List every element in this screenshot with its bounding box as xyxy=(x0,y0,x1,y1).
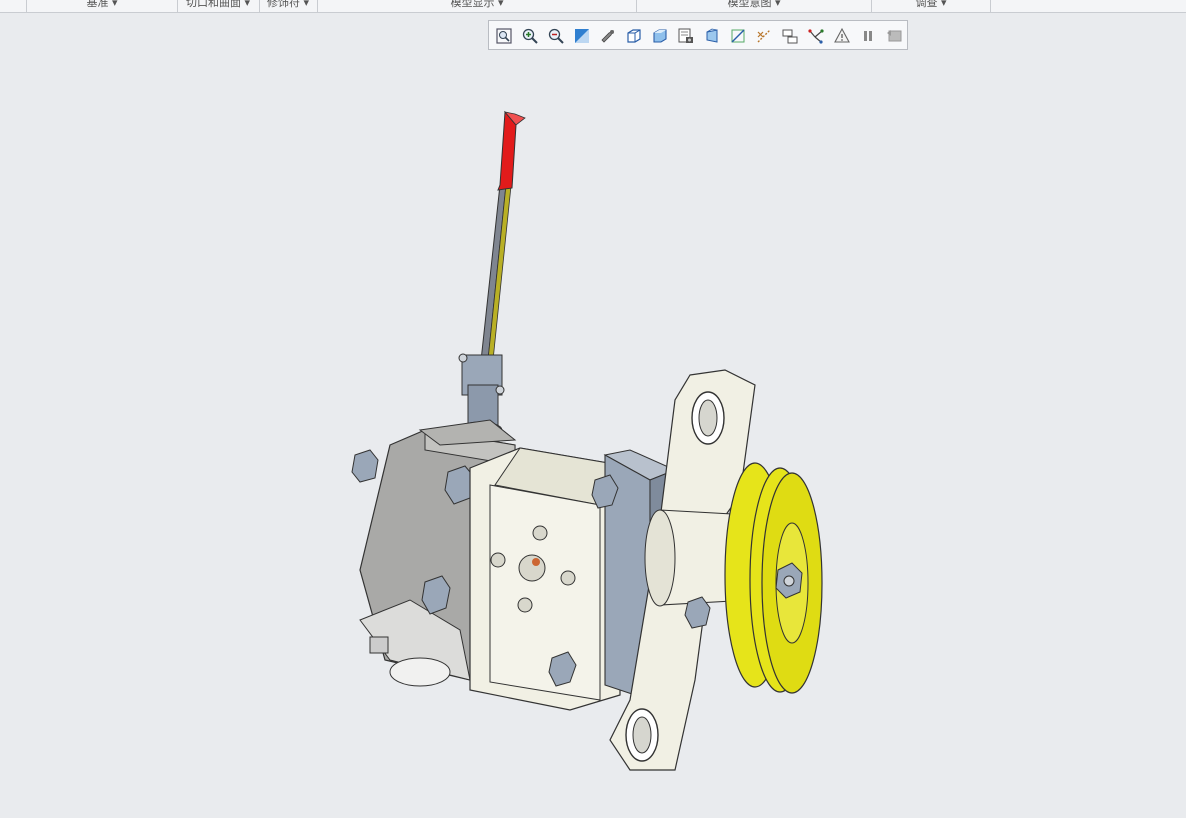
display-style-icon xyxy=(653,29,667,43)
datum-planes-button[interactable] xyxy=(727,25,749,47)
refit-icon xyxy=(496,28,512,44)
regenerate-icon xyxy=(887,30,902,42)
ribbon-separator xyxy=(990,0,991,12)
graphics-toolbar xyxy=(488,20,908,50)
perspective-icon xyxy=(706,28,718,43)
refit-button[interactable] xyxy=(493,25,515,47)
repaint-icon xyxy=(575,29,589,43)
ribbon-group-cuts-surfaces[interactable]: 切口和曲面 ▾ xyxy=(178,0,258,12)
view-manager-icon xyxy=(678,28,693,43)
ribbon-group-investigate[interactable]: 调查 ▾ xyxy=(872,0,990,12)
datum-planes-icon xyxy=(731,29,745,43)
pause-icon xyxy=(864,31,872,41)
ribbon-group-modifiers[interactable]: 修饰符 ▾ xyxy=(260,0,316,12)
view-manager-button[interactable] xyxy=(675,25,697,47)
saved-orientations-icon xyxy=(627,29,641,43)
cad-model-viewport[interactable] xyxy=(330,100,850,790)
datum-points-icon xyxy=(782,29,798,44)
coordinate-systems-icon xyxy=(808,29,824,44)
perspective-button[interactable] xyxy=(701,25,723,47)
v-belt-pulley xyxy=(724,462,823,694)
zoom-out-button[interactable] xyxy=(545,25,567,47)
saved-orientations-button[interactable] xyxy=(623,25,645,47)
ribbon-group-datum[interactable]: 基准 ▾ xyxy=(27,0,177,12)
zoom-in-icon xyxy=(522,28,538,44)
zoom-in-button[interactable] xyxy=(519,25,541,47)
coordinate-systems-button[interactable] xyxy=(805,25,827,47)
pause-button[interactable] xyxy=(857,25,879,47)
display-style-button[interactable] xyxy=(649,25,671,47)
datum-axes-button[interactable] xyxy=(753,25,775,47)
datum-points-button[interactable] xyxy=(779,25,801,47)
ribbon-group-model-display[interactable]: 模型显示 ▾ xyxy=(318,0,636,12)
ribbon-group-model-intent[interactable]: 模型意图 ▾ xyxy=(637,0,871,12)
datum-axes-icon xyxy=(757,29,771,43)
ribbon-strip: 基准 ▾ 切口和曲面 ▾ 修饰符 ▾ 模型显示 ▾ 模型意图 ▾ 调查 ▾ xyxy=(0,0,1186,13)
repaint-button[interactable] xyxy=(571,25,593,47)
zoom-out-icon xyxy=(548,28,564,44)
annotation-display-icon xyxy=(834,27,850,43)
spin-center-icon xyxy=(601,30,614,43)
annotation-display-button[interactable] xyxy=(831,25,853,47)
spin-center-button[interactable] xyxy=(597,25,619,47)
regenerate-button[interactable] xyxy=(883,25,905,47)
lever-handle xyxy=(479,110,526,371)
